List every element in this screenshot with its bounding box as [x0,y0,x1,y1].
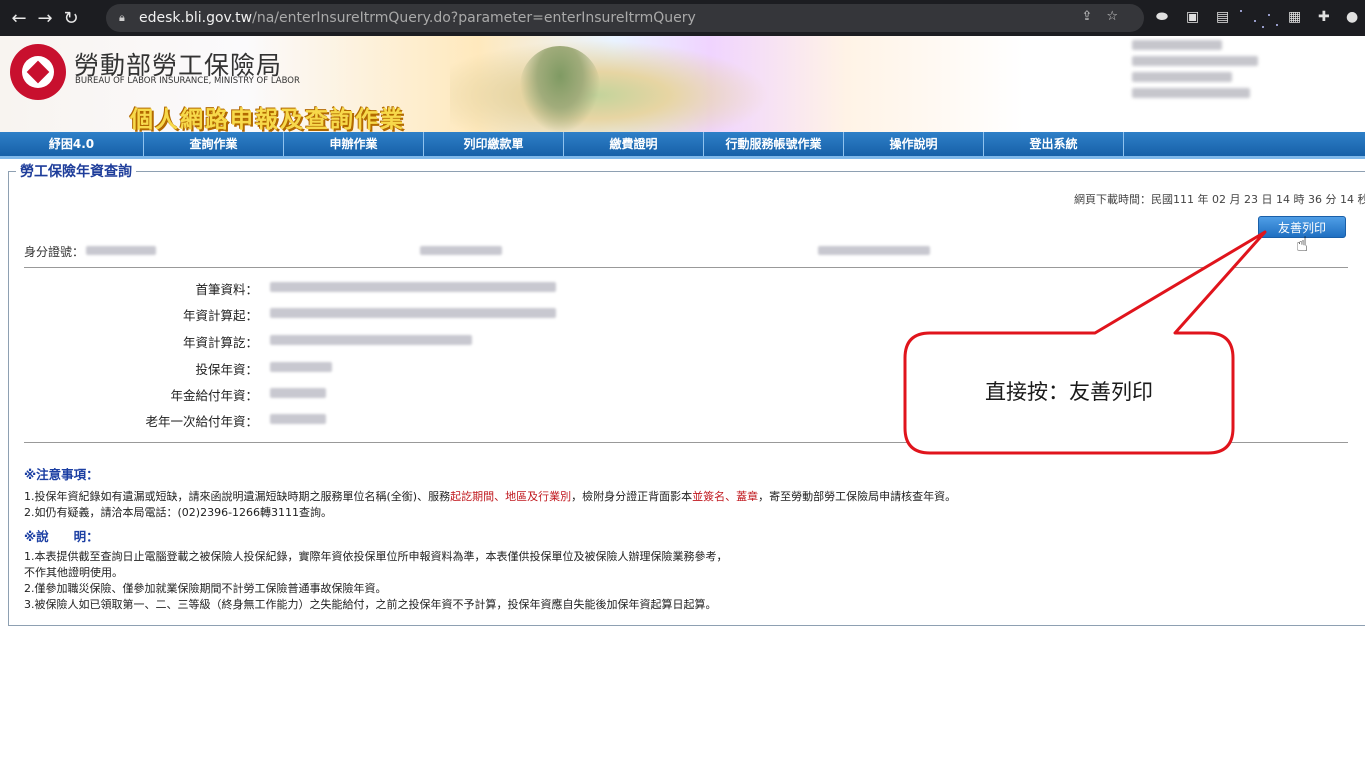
id-label: 身分證號： [24,245,85,259]
explain-line-3: 3.被保險人如已領取第一、二、三等級（終身無工作能力）之失能給付，之前之投保年資… [24,598,717,611]
extension-icon[interactable]: ▣ [1186,9,1199,25]
extension-icon[interactable]: ▤ [1216,9,1229,25]
explain-title: ※說 明： [24,529,99,544]
nav-item-print-bill[interactable]: 列印繳款單 [424,132,564,156]
nav-item-help[interactable]: 操作說明 [844,132,984,156]
site-banner: 勞動部勞工保險局 BUREAU OF LABOR INSURANCE, MINI… [0,36,1365,132]
hand-cursor-icon: ☝ [1296,232,1309,256]
id-value-redacted [86,246,156,255]
puzzle-icon[interactable]: ✚ [1318,9,1330,25]
nav-item-relief[interactable]: 紓困4.0 [0,132,144,156]
row-value-redacted [270,388,326,398]
row-value-redacted [270,362,332,372]
download-time: 網頁下載時間：民國111 年 02 月 23 日 14 時 36 分 14 秒 [1074,193,1365,206]
divider-bottom [24,442,1348,443]
row-label-lump-sum-years: 老年一次給付年資： [145,414,258,429]
notes-line-1: 1.投保年資紀錄如有遺漏或短缺，請來函說明遺漏短缺時期之服務單位名稱(全銜)、服… [24,490,957,503]
birth-redacted [818,246,930,255]
divider-top [24,267,1348,268]
profile-icon[interactable]: ● [1346,9,1358,25]
reload-icon[interactable]: ↻ [58,8,84,29]
org-name-en: BUREAU OF LABOR INSURANCE, MINISTRY OF L… [75,76,300,86]
banner-slogan: 個人網路申報及查詢作業 [130,106,405,132]
name-redacted [420,246,502,255]
main-nav: 紓困4.0 查詢作業 申辦作業 列印繳款單 繳費證明 行動服務帳號作業 操作說明… [0,132,1365,156]
nav-item-query[interactable]: 查詢作業 [144,132,284,156]
user-info-redacted [1132,40,1262,112]
row-label-first-record: 首筆資料： [195,282,258,297]
extensions-area: ⬬ ▣ ▤ ▦ ✚ ● [1150,6,1365,30]
lock-icon: 🔒︎ [119,11,125,24]
browser-toolbar: ← → ↻ 🔒︎ edesk.bli.gov.tw/na/enterInsure… [0,0,1365,36]
back-arrow-icon[interactable]: ← [6,8,32,29]
nav-item-mobile-account[interactable]: 行動服務帳號作業 [704,132,844,156]
share-star-icons[interactable]: ⇪☆ [1081,9,1132,24]
notes-line-2: 2.如仍有疑義，請洽本局電話：(02)2396-1266轉3111查詢。 [24,506,333,519]
row-value-redacted [270,335,472,345]
bli-logo-icon[interactable] [10,44,66,100]
banner-artwork [450,40,770,132]
url-host: edesk.bli.gov.tw [139,10,253,26]
banner-figure [520,46,600,132]
explain-line-1b: 不作其他證明使用。 [24,566,123,579]
extension-icon[interactable]: ▦ [1288,9,1301,25]
forward-arrow-icon[interactable]: → [32,8,58,29]
row-label-start: 年資計算起： [182,308,258,323]
nav-item-apply[interactable]: 申辦作業 [284,132,424,156]
row-value-redacted [270,414,326,424]
notes-title: ※注意事項： [24,467,99,482]
row-value-redacted [270,282,556,292]
explain-line-2: 2.僅參加職災保險、僅參加就業保險期間不計勞工保險普通事故保險年資。 [24,582,387,595]
row-label-pension-years: 年金給付年資： [170,388,258,403]
row-label-end: 年資計算訖： [182,335,258,350]
extension-icon[interactable]: ⬬ [1156,9,1168,25]
section-title: 勞工保險年資查詢 [16,161,136,181]
nav-item-logout[interactable]: 登出系統 [984,132,1124,156]
nav-stripe [0,156,1365,159]
row-label-insured-years: 投保年資： [195,362,258,377]
callout-text: 直接按：友善列印 [985,380,1153,404]
address-bar[interactable]: 🔒︎ edesk.bli.gov.tw/na/enterInsureItrmQu… [106,4,1144,32]
nav-item-payment-proof[interactable]: 繳費證明 [564,132,704,156]
row-value-redacted [270,308,556,318]
explain-line-1: 1.本表提供截至查詢日止電腦登載之被保險人投保紀錄，實際年資依投保單位所申報資料… [24,550,728,563]
url-path: /na/enterInsureItrmQuery.do?parameter=en… [252,10,696,26]
